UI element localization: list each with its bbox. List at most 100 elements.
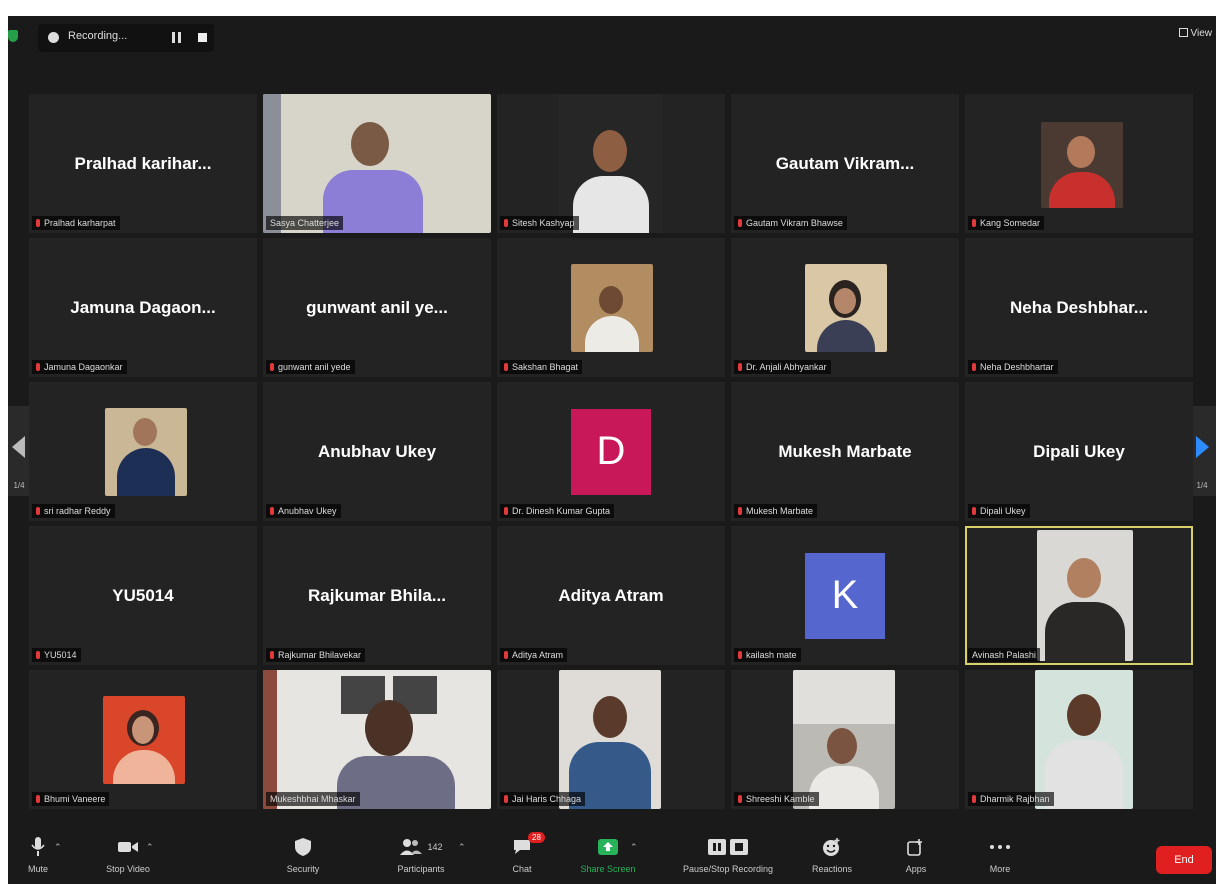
mic-muted-icon: [36, 219, 40, 227]
apps-button[interactable]: Apps: [876, 836, 956, 874]
video-feed: [263, 670, 491, 809]
participant-tile[interactable]: K kailash mate: [731, 526, 959, 665]
meeting-window: Recording... View 1/4 1/4 Pralhad kariha…: [8, 16, 1216, 884]
security-button[interactable]: Security: [263, 836, 343, 874]
participant-tile[interactable]: Sasya Chatterjee: [263, 94, 491, 233]
mic-muted-icon: [972, 363, 976, 371]
meeting-toolbar: ⌃ Mute ⌃ Stop Video Security 142 ⌃ Parti…: [8, 830, 1216, 884]
mute-options-caret[interactable]: ⌃: [54, 842, 62, 853]
participant-label: Kang Somedar: [968, 216, 1045, 230]
participant-tile[interactable]: Jamuna Dagaon... Jamuna Dagaonkar: [29, 238, 257, 377]
shield-icon: [295, 838, 311, 856]
participant-label: YU5014: [32, 648, 81, 662]
share-options-caret[interactable]: ⌃: [630, 842, 638, 853]
participant-tile[interactable]: Sitesh Kashyap: [497, 94, 725, 233]
participant-tile[interactable]: Anubhav Ukey Anubhav Ukey: [263, 382, 491, 521]
participant-grid: Pralhad karihar... Pralhad karharpat Sas…: [29, 94, 1195, 812]
reactions-label: Reactions: [811, 864, 853, 874]
arrow-right-icon: [1196, 436, 1209, 458]
participant-name: YU5014: [112, 585, 174, 605]
grid-view-icon: [1178, 28, 1188, 37]
video-feed: [1041, 122, 1123, 208]
stop-video-button[interactable]: ⌃ Stop Video: [88, 836, 168, 874]
participant-label: gunwant anil yede: [266, 360, 355, 374]
participant-tile[interactable]: Shreeshi Kamble: [731, 670, 959, 809]
participant-tile[interactable]: YU5014 YU5014: [29, 526, 257, 665]
participant-tile[interactable]: gunwant anil ye... gunwant anil yede: [263, 238, 491, 377]
participants-count: 142: [427, 842, 443, 852]
participant-label: Jai Haris Chhaga: [500, 792, 586, 806]
share-screen-button[interactable]: ⌃ Share Screen: [568, 836, 648, 874]
participant-tile[interactable]: Mukesh Marbate Mukesh Marbate: [731, 382, 959, 521]
more-button[interactable]: More: [960, 836, 1040, 874]
stop-recording-icon[interactable]: [198, 33, 207, 42]
video-feed: [263, 94, 491, 233]
participant-label: Jamuna Dagaonkar: [32, 360, 127, 374]
mic-muted-icon: [504, 363, 508, 371]
mic-muted-icon: [972, 507, 976, 515]
participant-name: gunwant anil ye...: [306, 297, 448, 317]
participant-tile[interactable]: sri radhar Reddy: [29, 382, 257, 521]
chat-button[interactable]: 28 Chat: [482, 832, 562, 874]
mic-muted-icon: [738, 651, 742, 659]
participant-tile[interactable]: Mukeshbhai Mhaskar: [263, 670, 491, 809]
recording-label: Recording...: [68, 30, 128, 42]
mic-muted-icon: [972, 219, 976, 227]
mic-muted-icon: [504, 507, 508, 515]
participants-button[interactable]: 142 ⌃ Participants: [366, 836, 476, 874]
video-feed: [1035, 670, 1133, 809]
video-options-caret[interactable]: ⌃: [146, 842, 154, 853]
mute-label: Mute: [27, 864, 48, 874]
participant-name: Anubhav Ukey: [317, 441, 437, 461]
pause-recording-icon[interactable]: [172, 32, 181, 43]
recording-indicator: Recording...: [38, 24, 214, 52]
security-label: Security: [286, 864, 320, 874]
participant-label: Avinash Palashi: [968, 648, 1040, 662]
participants-icon: [400, 839, 423, 855]
participant-tile[interactable]: Jai Haris Chhaga: [497, 670, 725, 809]
mic-muted-icon: [270, 363, 274, 371]
participant-label: Gautam Vikram Bhawse: [734, 216, 847, 230]
video-feed: [805, 264, 887, 352]
previous-page-button[interactable]: 1/4: [8, 406, 30, 496]
participant-label: Shreeshi Kamble: [734, 792, 819, 806]
participant-name: Dipali Ukey: [1033, 441, 1125, 461]
mic-muted-icon: [738, 363, 742, 371]
mic-muted-icon: [36, 507, 40, 515]
mic-muted-icon: [270, 507, 274, 515]
participant-label: Pralhad karharpat: [32, 216, 120, 230]
end-meeting-button[interactable]: End: [1156, 846, 1212, 874]
participant-tile[interactable]: Dr. Anjali Abhyankar: [731, 238, 959, 377]
view-label: View: [1190, 28, 1213, 39]
participant-tile[interactable]: Dipali Ukey Dipali Ukey: [965, 382, 1193, 521]
apps-icon: [907, 839, 922, 856]
share-screen-icon: [598, 839, 618, 855]
active-speaker-tile[interactable]: Avinash Palashi: [965, 526, 1193, 665]
participant-tile[interactable]: Dharmik Rajbhan: [965, 670, 1193, 809]
pause-stop-recording-button[interactable]: Pause/Stop Recording: [668, 836, 788, 874]
mic-muted-icon: [36, 363, 40, 371]
shield-icon[interactable]: [8, 30, 18, 42]
view-button[interactable]: View: [1178, 28, 1213, 39]
stop-video-label: Stop Video: [106, 864, 150, 874]
participant-tile[interactable]: Gautam Vikram... Gautam Vikram Bhawse: [731, 94, 959, 233]
video-feed: [559, 94, 663, 233]
participant-label: Dr. Anjali Abhyankar: [734, 360, 831, 374]
participant-tile[interactable]: Sakshan Bhagat: [497, 238, 725, 377]
participants-options-caret[interactable]: ⌃: [458, 842, 466, 853]
participants-label: Participants: [397, 864, 445, 874]
participant-tile[interactable]: Aditya Atram Aditya Atram: [497, 526, 725, 665]
mic-muted-icon: [972, 795, 976, 803]
participant-tile[interactable]: Neha Deshbhar... Neha Deshbhartar: [965, 238, 1193, 377]
avatar: D: [571, 408, 651, 495]
participant-tile[interactable]: Rajkumar Bhila... Rajkumar Bhilavekar: [263, 526, 491, 665]
participant-tile[interactable]: Bhumi Vaneere: [29, 670, 257, 809]
participant-tile[interactable]: D Dr. Dinesh Kumar Gupta: [497, 382, 725, 521]
reactions-button[interactable]: Reactions: [792, 836, 872, 874]
mute-button[interactable]: ⌃ Mute: [8, 836, 78, 874]
top-bar: Recording... View: [8, 16, 1216, 60]
participant-tile[interactable]: Kang Somedar: [965, 94, 1193, 233]
mic-muted-icon: [270, 651, 274, 659]
participant-tile[interactable]: Pralhad karihar... Pralhad karharpat: [29, 94, 257, 233]
participant-name: Jamuna Dagaon...: [70, 297, 216, 317]
